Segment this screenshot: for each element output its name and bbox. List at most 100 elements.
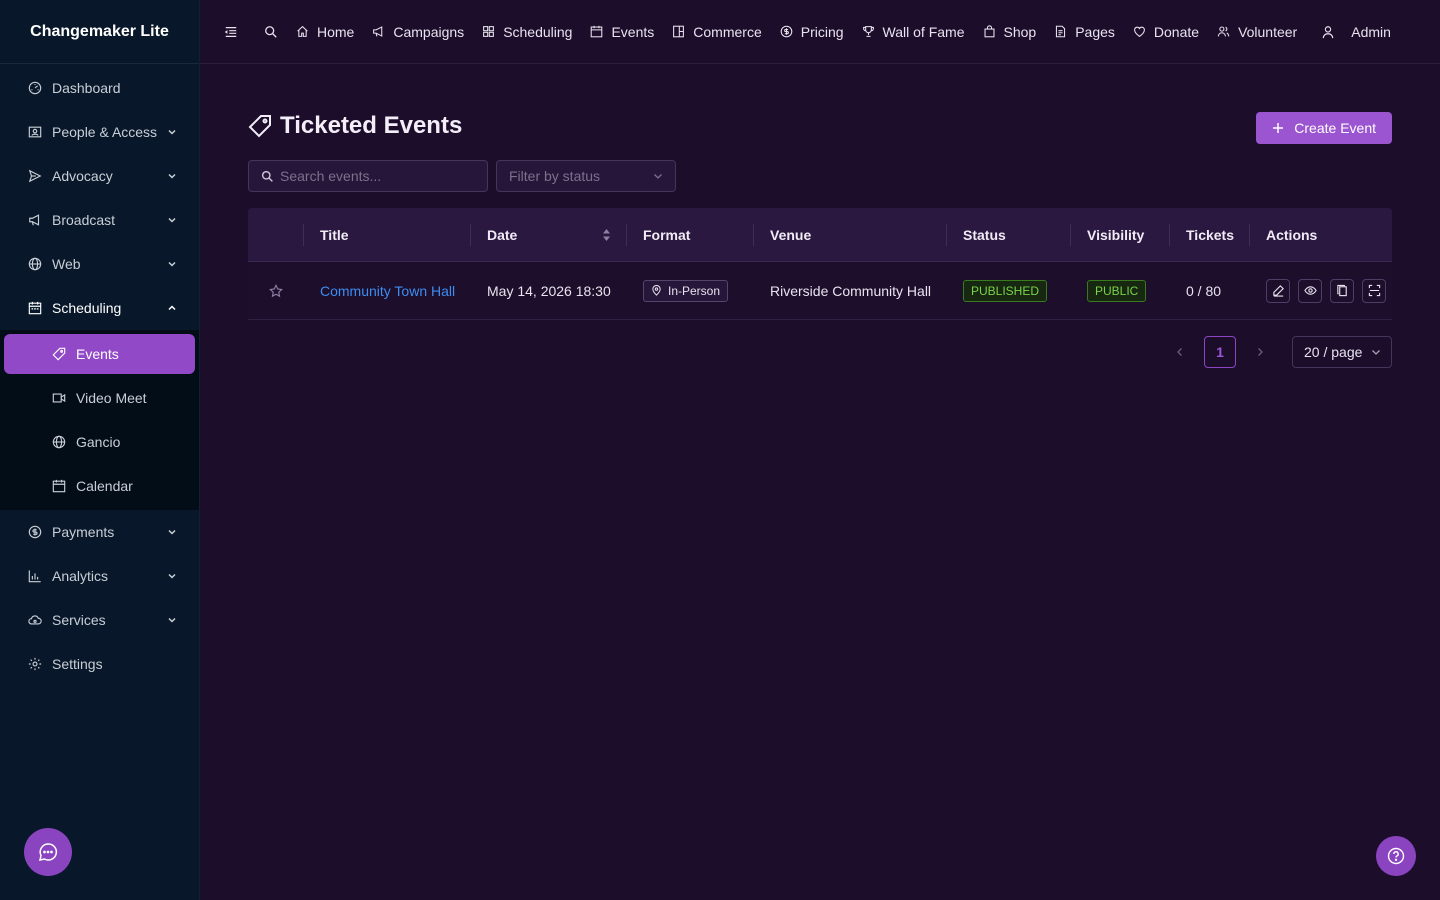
sidebar-item-label: Scheduling (52, 300, 122, 316)
page-header: Ticketed Events Create Event (248, 64, 1392, 160)
chevron-down-icon (168, 217, 176, 223)
bar-chart-icon (28, 570, 41, 583)
page-size-select[interactable]: 20 / page (1292, 336, 1392, 368)
view-button[interactable] (1298, 278, 1322, 303)
chevron-down-icon (654, 174, 662, 179)
sidebar-subitem-calendar[interactable]: Calendar (0, 464, 199, 508)
sidebar-item-web[interactable]: Web (0, 242, 199, 286)
column-header-tickets: Tickets (1170, 208, 1250, 262)
pagination: 1 20 / page (248, 336, 1392, 368)
sidebar-item-label: Payments (52, 524, 115, 540)
nav-pages[interactable]: Pages (1054, 24, 1115, 40)
sidebar-subitem-events[interactable]: Events (4, 334, 195, 374)
nav-scheduling[interactable]: Scheduling (482, 24, 572, 40)
chevron-right-icon (1258, 348, 1263, 356)
user-menu[interactable]: Admin (1321, 24, 1391, 40)
chat-button[interactable] (24, 828, 72, 876)
help-button[interactable] (1376, 836, 1416, 876)
next-page-button[interactable] (1244, 336, 1276, 368)
nav-label: Home (317, 23, 355, 40)
nav-label: Pages (1075, 23, 1115, 40)
search-button[interactable] (264, 25, 278, 39)
edit-button[interactable] (1266, 278, 1290, 303)
nav-campaigns[interactable]: Campaigns (372, 24, 464, 40)
column-header-favorite (248, 208, 304, 262)
nav-events[interactable]: Events (590, 24, 654, 40)
sidebar-subitem-video-meet[interactable]: Video Meet (0, 376, 199, 420)
nav-home[interactable]: Home (296, 24, 354, 40)
column-header-date[interactable]: Date (471, 208, 627, 262)
sidebar-subitem-label: Events (76, 346, 119, 362)
menu-toggle-button[interactable] (224, 25, 238, 39)
sidebar-item-settings[interactable]: Settings (0, 642, 199, 686)
prev-page-button[interactable] (1164, 336, 1196, 368)
nav-shop[interactable]: Shop (983, 24, 1036, 40)
search-field (248, 160, 488, 192)
nav-label: Events (611, 23, 655, 40)
search-input[interactable] (280, 168, 470, 184)
create-event-button[interactable]: Create Event (1256, 112, 1392, 144)
nav-commerce[interactable]: Commerce (672, 24, 762, 40)
venue-cell: Riverside Community Hall (770, 282, 932, 299)
actions-cell (1250, 278, 1392, 303)
scheduling-submenu: Events Video Meet Gancio Calendar (0, 330, 199, 510)
visibility-badge: PUBLIC (1087, 279, 1147, 302)
star-icon[interactable] (269, 283, 283, 298)
user-name: Admin (1351, 23, 1391, 40)
contacts-icon (28, 126, 42, 138)
search-icon (261, 170, 273, 182)
nav-label: Wall of Fame (882, 23, 965, 40)
sidebar-item-dashboard[interactable]: Dashboard (0, 66, 199, 110)
format-cell: In-Person (627, 279, 754, 302)
dollar-icon (780, 25, 793, 38)
chevron-left-icon (1177, 348, 1182, 356)
sidebar-subitem-gancio[interactable]: Gancio (0, 420, 199, 464)
document-icon (1056, 25, 1066, 38)
video-icon (52, 393, 66, 403)
tag-icon (248, 115, 271, 138)
scan-button[interactable] (1362, 278, 1386, 303)
page-number-current[interactable]: 1 (1204, 336, 1236, 368)
row-actions (1266, 278, 1386, 303)
search-icon (265, 25, 277, 38)
chevron-down-icon (168, 173, 176, 179)
send-icon (28, 169, 42, 183)
sidebar-item-scheduling[interactable]: Scheduling (0, 286, 199, 330)
column-header-format: Format (627, 208, 754, 262)
chevron-down-icon (168, 573, 176, 579)
sidebar-item-payments[interactable]: Payments (0, 510, 199, 554)
create-event-label: Create Event (1294, 120, 1376, 136)
scan-icon (1368, 284, 1380, 297)
sidebar-item-broadcast[interactable]: Broadcast (0, 198, 199, 242)
sidebar-item-advocacy[interactable]: Advocacy (0, 154, 199, 198)
sidebar-subitem-label: Video Meet (76, 390, 147, 406)
sort-icon[interactable] (602, 228, 611, 242)
chevron-down-icon (168, 529, 176, 535)
sidebar-subitem-label: Gancio (76, 434, 121, 450)
users-icon (1217, 26, 1230, 37)
sidebar-item-label: People & Access (52, 124, 158, 140)
sidebar-item-services[interactable]: Services (0, 598, 199, 642)
nav-wall-of-fame[interactable]: Wall of Fame (862, 24, 965, 40)
sidebar-item-people-access[interactable]: People & Access (0, 110, 199, 154)
globe-icon (52, 435, 66, 449)
column-header-visibility: Visibility (1071, 208, 1170, 262)
heart-icon (1134, 26, 1145, 38)
nav-label: Donate (1153, 23, 1200, 40)
copy-icon (1336, 284, 1347, 297)
nav-label: Scheduling (503, 23, 573, 40)
sidebar-item-analytics[interactable]: Analytics (0, 554, 199, 598)
status-filter-select[interactable]: Filter by status (496, 160, 676, 192)
event-title-link[interactable]: Community Town Hall (320, 283, 455, 299)
page-title: Ticketed Events (248, 112, 462, 140)
brand-title[interactable]: Changemaker Lite (0, 0, 199, 64)
nav-donate[interactable]: Donate (1133, 24, 1199, 40)
sidebar-subitem-label: Calendar (76, 478, 133, 494)
tickets-cell: 0 / 80 (1186, 282, 1222, 299)
dashboard-icon (28, 81, 42, 95)
chevron-down-icon (1372, 350, 1380, 355)
duplicate-button[interactable] (1330, 278, 1354, 303)
nav-volunteer[interactable]: Volunteer (1217, 24, 1297, 40)
nav-pricing[interactable]: Pricing (780, 24, 844, 40)
column-header-venue: Venue (754, 208, 947, 262)
